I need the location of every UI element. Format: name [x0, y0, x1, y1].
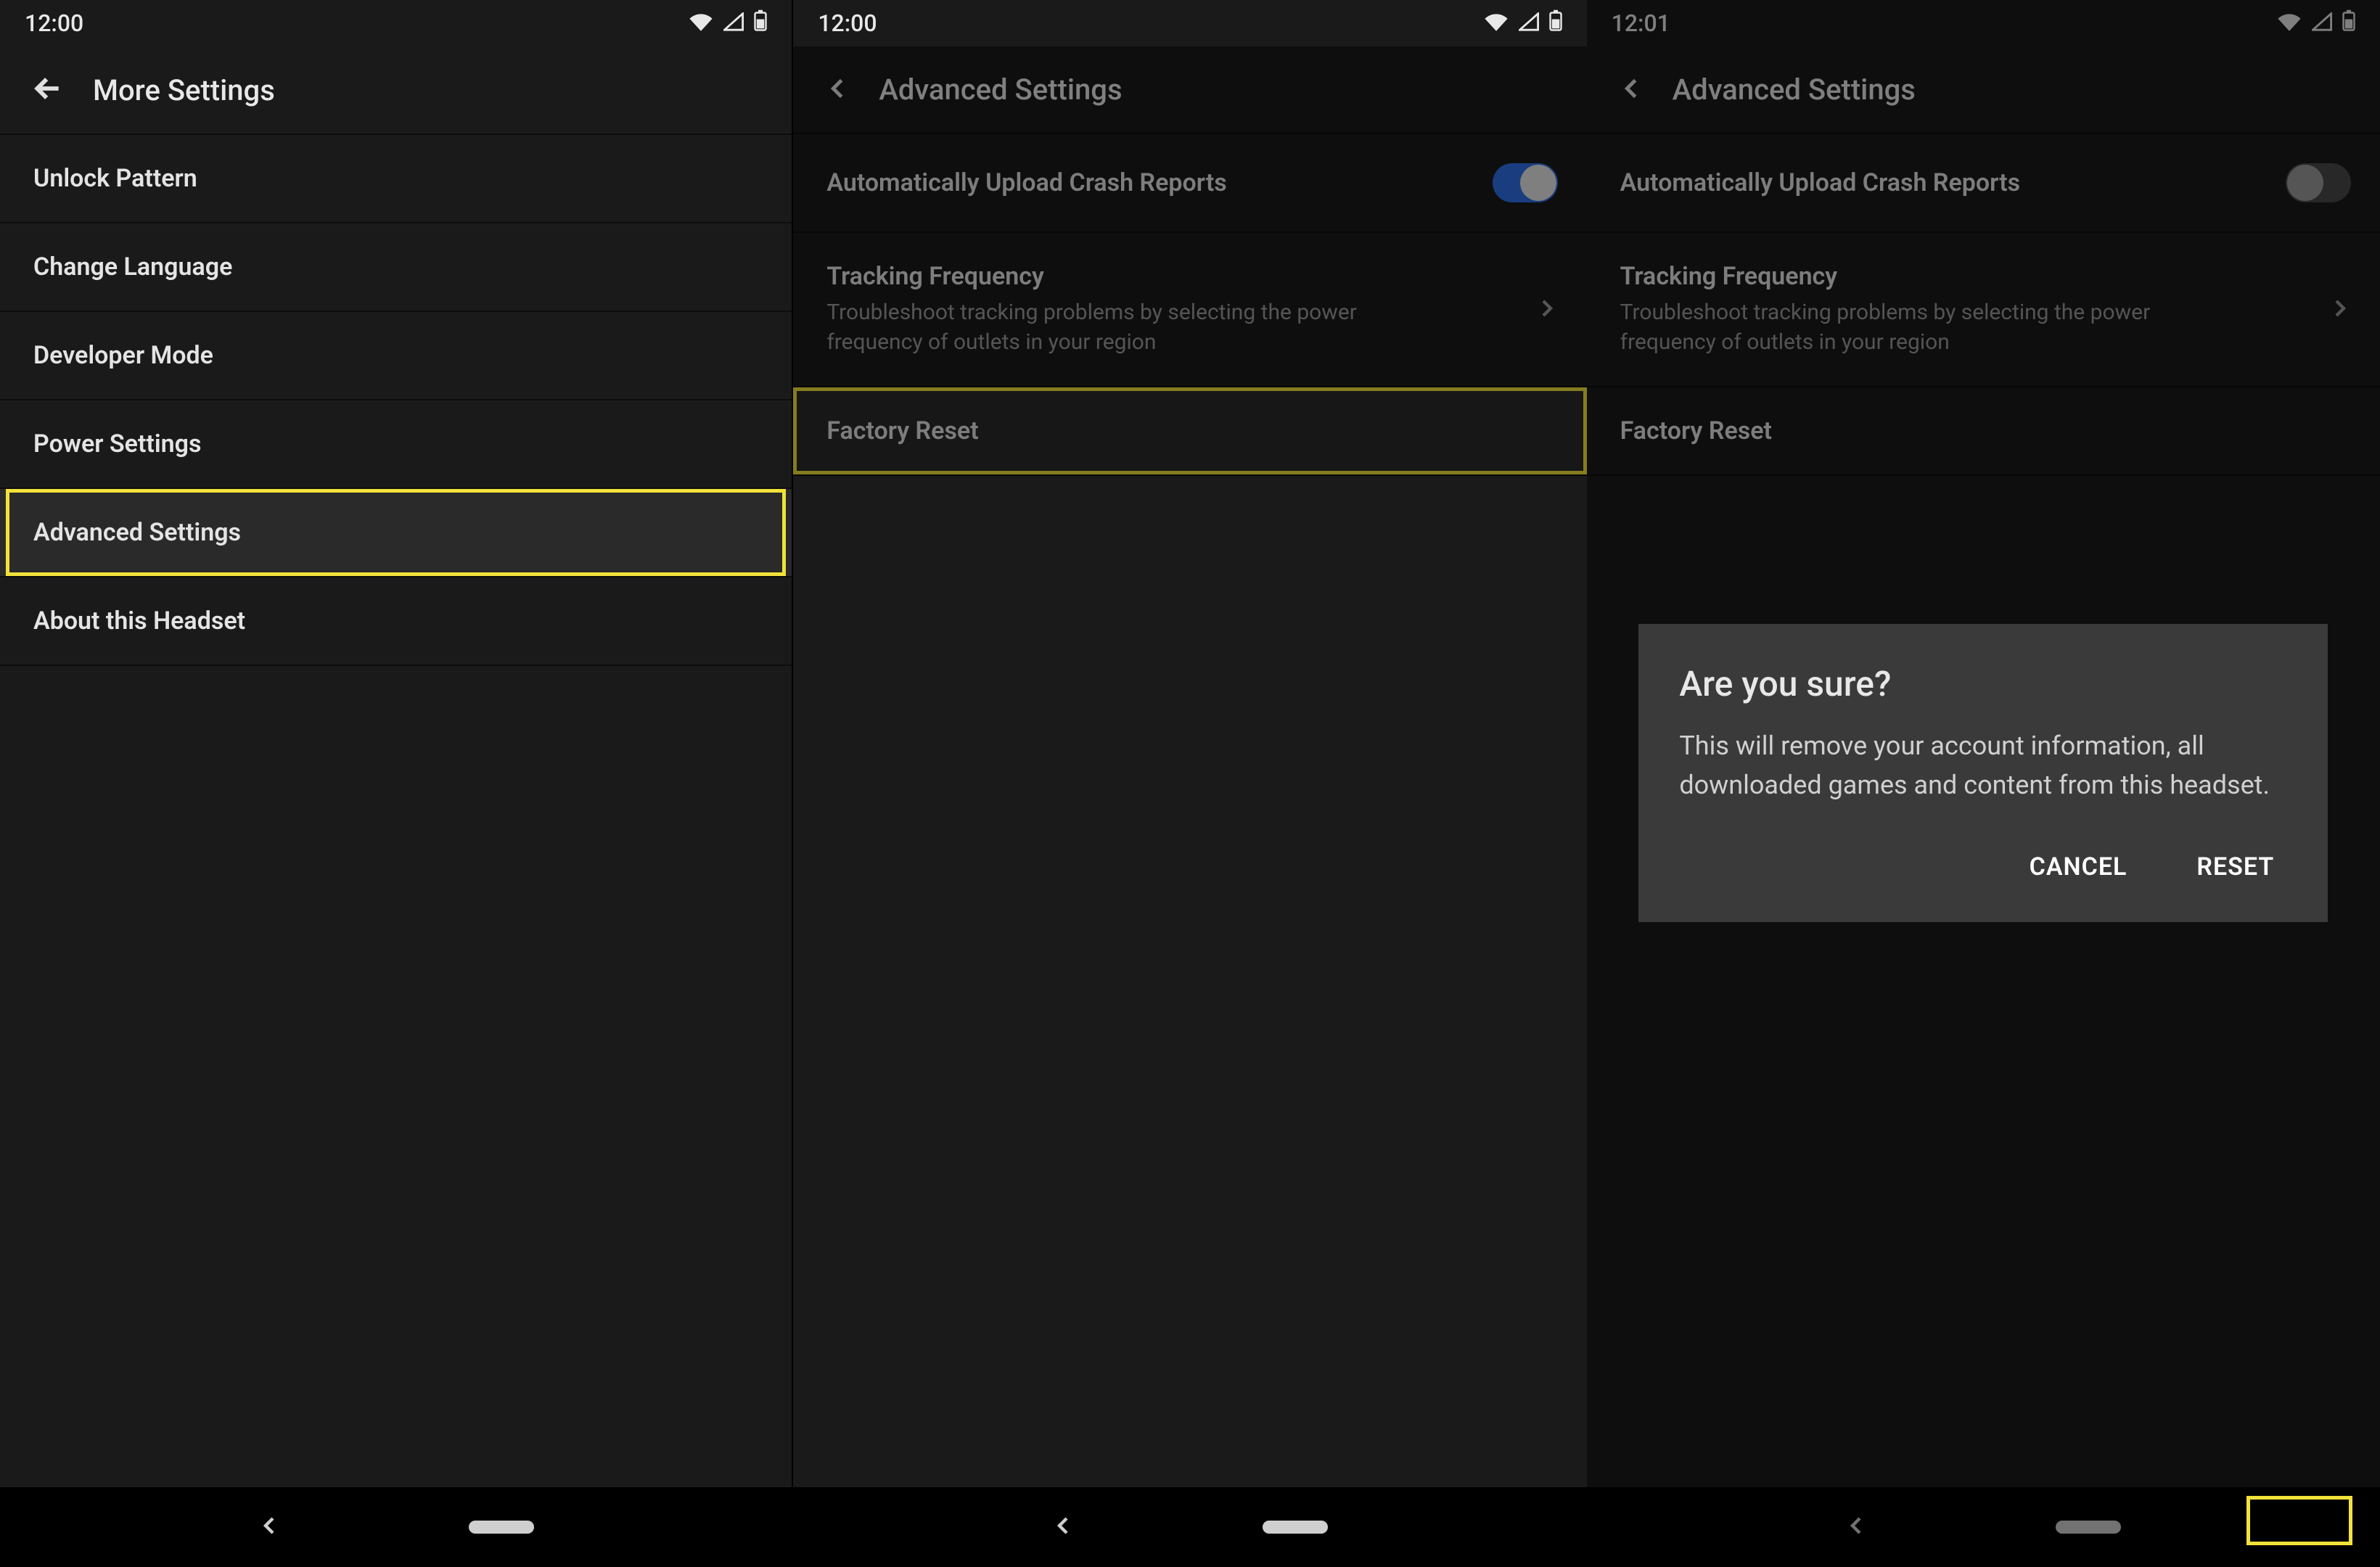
system-nav-bar [0, 1487, 792, 1567]
wifi-icon [1484, 9, 1509, 37]
item-label: Tracking Frequency [826, 262, 1518, 291]
app-header: More Settings [0, 46, 792, 135]
item-factory-reset[interactable]: Factory Reset [793, 387, 1586, 476]
status-bar: 12:00 [0, 0, 792, 46]
nav-home-pill[interactable] [469, 1521, 534, 1534]
item-power-settings[interactable]: Power Settings [0, 400, 792, 489]
back-chevron-icon[interactable] [825, 76, 850, 104]
item-label: Advanced Settings [33, 518, 763, 547]
dialog-actions: CANCEL RESET [1679, 841, 2287, 893]
item-tracking-frequency[interactable]: Tracking Frequency Troubleshoot tracking… [793, 233, 1586, 387]
highlight-box [2246, 1496, 2352, 1545]
wifi-icon [689, 9, 713, 37]
system-nav-bar [793, 1487, 1586, 1567]
item-label: Power Settings [33, 429, 763, 458]
back-arrow-icon[interactable] [32, 73, 64, 107]
nav-back-icon[interactable] [1052, 1515, 1074, 1539]
battery-icon [1549, 9, 1562, 37]
dialog-title: Are you sure? [1679, 663, 2287, 704]
item-unlock-pattern[interactable]: Unlock Pattern [0, 135, 792, 223]
screen-factory-reset-dialog: 12:01 Advanced Settings Automatically Up… [1587, 0, 2380, 1567]
item-label: About this Headset [33, 606, 763, 636]
status-icons [1484, 9, 1562, 37]
status-time: 12:00 [818, 9, 877, 37]
page-title: More Settings [93, 73, 275, 107]
status-bar: 12:00 [793, 0, 1586, 46]
cancel-button[interactable]: CANCEL [2016, 841, 2141, 893]
item-change-language[interactable]: Change Language [0, 223, 792, 312]
screen-more-settings: 12:00 More Settings Unlock Pattern Chang… [0, 0, 793, 1567]
item-label: Unlock Pattern [33, 164, 763, 193]
dialog-overlay[interactable]: Are you sure? This will remove your acco… [1587, 0, 2380, 1567]
status-time: 12:00 [25, 9, 83, 37]
nav-home-pill[interactable] [1263, 1521, 1328, 1534]
item-label: Change Language [33, 252, 763, 281]
status-icons [689, 9, 767, 37]
signal-icon [723, 9, 744, 37]
reset-button[interactable]: RESET [2183, 841, 2287, 893]
signal-icon [1519, 9, 1539, 37]
item-advanced-settings[interactable]: Advanced Settings [0, 489, 792, 577]
dialog-body: This will remove your account informatio… [1679, 726, 2287, 805]
item-label: Factory Reset [826, 416, 1557, 445]
item-subtitle: Troubleshoot tracking problems by select… [826, 298, 1392, 357]
page-title: Advanced Settings [879, 73, 1122, 107]
item-about-headset[interactable]: About this Headset [0, 577, 792, 666]
item-label: Automatically Upload Crash Reports [826, 168, 1474, 197]
nav-back-icon[interactable] [258, 1515, 280, 1539]
item-label: Developer Mode [33, 341, 763, 370]
screen-advanced-settings: 12:00 Advanced Settings Automatically Up… [793, 0, 1586, 1567]
item-developer-mode[interactable]: Developer Mode [0, 312, 792, 400]
confirm-dialog: Are you sure? This will remove your acco… [1638, 624, 2328, 922]
app-header: Advanced Settings [793, 46, 1586, 134]
toggle-switch[interactable] [1493, 163, 1558, 202]
item-upload-crash-reports[interactable]: Automatically Upload Crash Reports [793, 134, 1586, 233]
chevron-right-icon [1536, 297, 1558, 322]
battery-icon [754, 9, 767, 37]
